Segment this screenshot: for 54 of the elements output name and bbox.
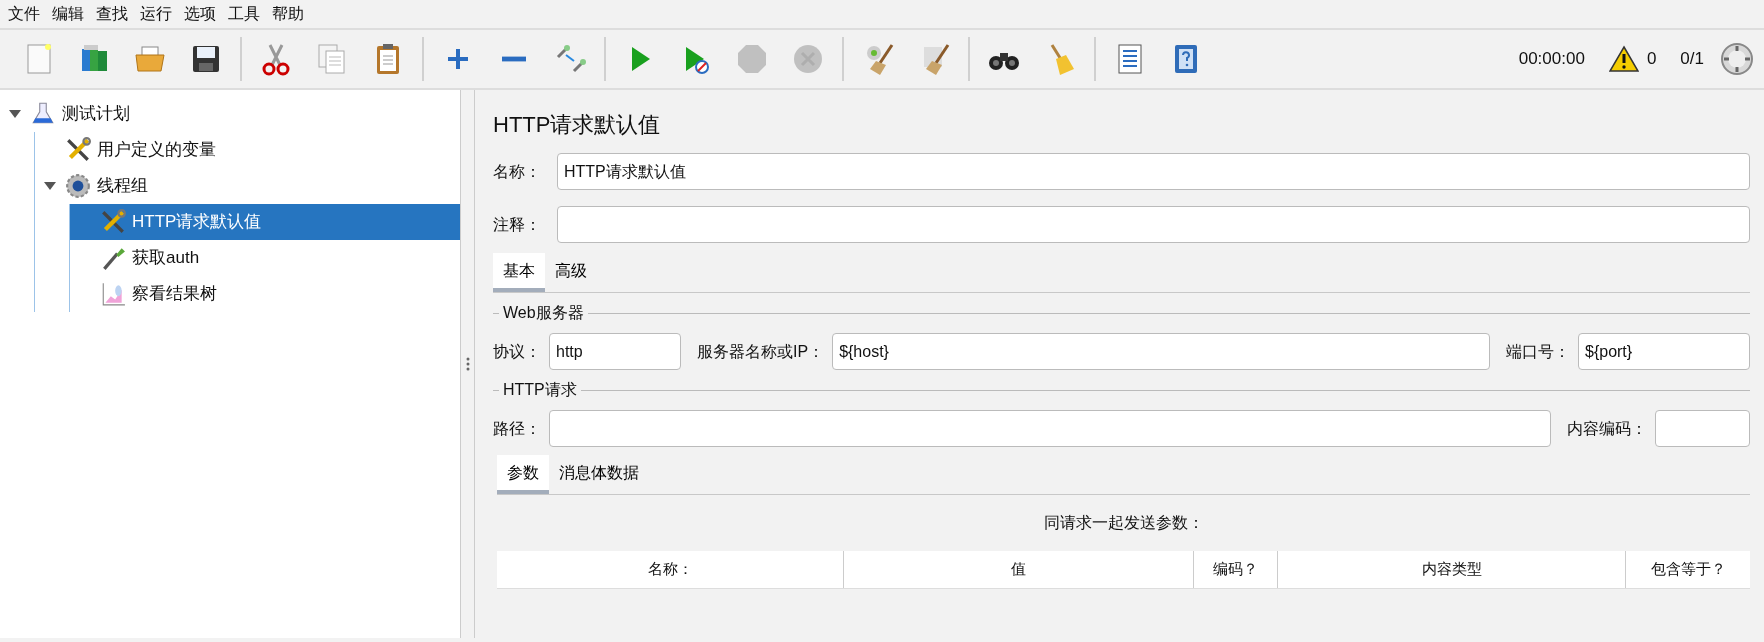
column-header[interactable]: 名称： (497, 551, 844, 588)
tab[interactable]: 消息体数据 (549, 455, 649, 494)
menu-item[interactable]: 查找 (92, 0, 132, 28)
tree-item[interactable]: 用户定义的变量 (35, 132, 460, 168)
tree-item[interactable]: 测试计划 (0, 96, 460, 132)
column-header[interactable]: 值 (844, 551, 1194, 588)
text-field[interactable]: ${port} (1578, 333, 1750, 370)
collapse-arrow-icon[interactable] (9, 109, 21, 119)
section-legend: HTTP请求 (503, 378, 577, 402)
text-field[interactable]: HTTP请求默认值 (557, 153, 1750, 190)
collapse-arrow-icon[interactable] (44, 181, 56, 191)
warning-icon[interactable] (1608, 45, 1639, 73)
status-indicator-icon (1720, 42, 1754, 76)
text-field[interactable] (1655, 410, 1750, 447)
field-label: 路径： (493, 418, 541, 439)
dropper-icon (100, 245, 126, 271)
menu-item[interactable]: 选项 (180, 0, 220, 28)
field-label: 协议： (493, 341, 541, 362)
text-field[interactable] (549, 410, 1551, 447)
field-label: 注释： (493, 214, 541, 235)
column-header[interactable]: 包含等于？ (1626, 551, 1750, 588)
column-header[interactable]: 编码？ (1194, 551, 1278, 588)
warning-count: 0 (1646, 48, 1657, 71)
table-caption: 同请求一起发送参数： (1042, 513, 1205, 533)
field-label: 端口号： (1506, 341, 1570, 362)
menu-item[interactable]: 工具 (224, 0, 264, 28)
tools-icon (65, 137, 91, 163)
menu-item[interactable]: 文件 (4, 0, 44, 28)
column-header[interactable]: 内容类型 (1278, 551, 1626, 588)
tree-item[interactable]: HTTP请求默认值 (70, 204, 460, 240)
text-field[interactable]: http (549, 333, 681, 370)
elapsed-time: 00:00:00 (1518, 48, 1585, 71)
tab[interactable]: 参数 (497, 455, 549, 494)
text-field[interactable] (557, 206, 1750, 243)
tab[interactable]: 高级 (545, 253, 597, 292)
text-field[interactable]: ${host} (832, 333, 1490, 370)
field-label: 名称： (493, 161, 541, 182)
panel-title: HTTP请求默认值 (493, 111, 662, 139)
tree-item[interactable]: 察看结果树 (70, 276, 460, 312)
field-label: 内容编码： (1567, 418, 1647, 439)
tab[interactable]: 基本 (493, 253, 545, 292)
gear-icon (65, 173, 91, 199)
tree-item[interactable]: 获取auth (70, 240, 460, 276)
thread-count: 0/1 (1680, 48, 1704, 71)
section-legend: Web服务器 (503, 301, 584, 325)
tree-item[interactable]: 线程组 (35, 168, 460, 204)
chart-icon (100, 281, 126, 307)
menu-item[interactable]: 编辑 (48, 0, 88, 28)
menu-item[interactable]: 帮助 (268, 0, 308, 28)
tools-icon (100, 209, 126, 235)
field-label: 服务器名称或IP： (697, 341, 825, 362)
minus-icon (502, 56, 526, 62)
splitter-handle-icon[interactable] (465, 356, 470, 372)
menu-item[interactable]: 运行 (136, 0, 176, 28)
